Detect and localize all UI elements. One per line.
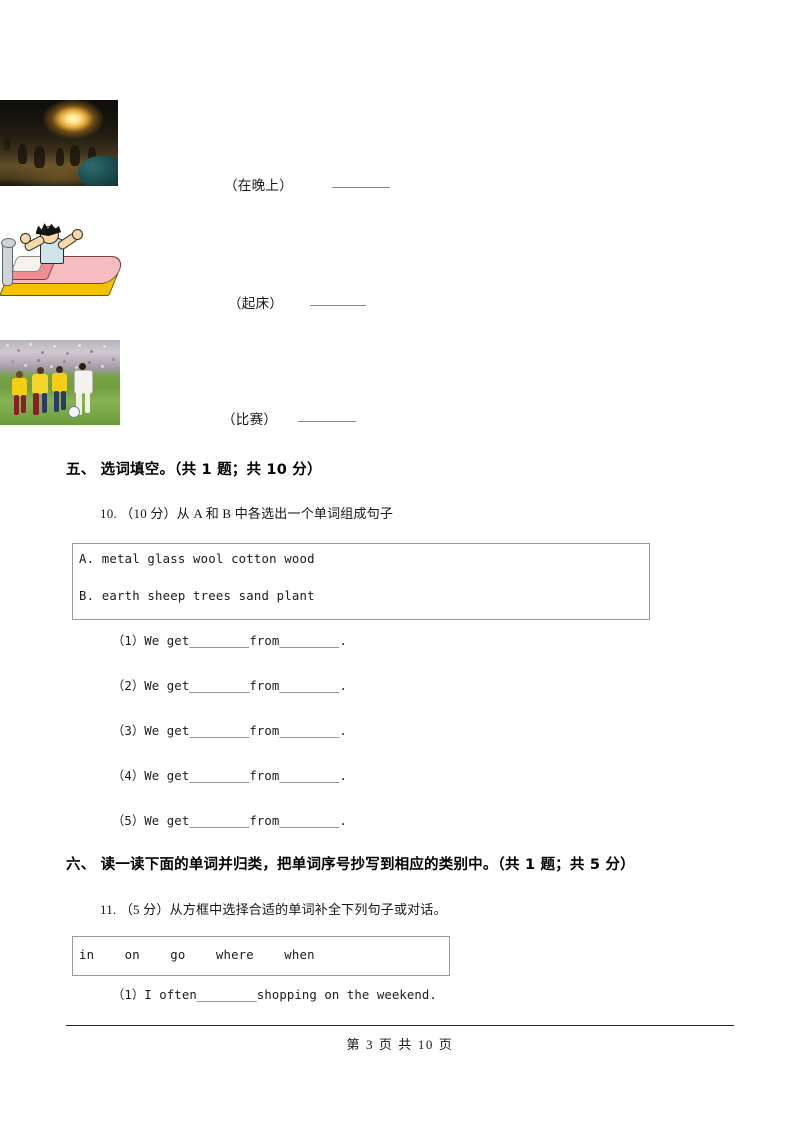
answer-blank-soccer[interactable] — [298, 420, 356, 422]
word-box-line-b: B. earth sheep trees sand plant — [79, 589, 315, 603]
soccer-ball — [68, 406, 80, 418]
exam-page: （在晚上） （起床） （比赛） 五、 选词填空。（共 1 题；共 10 分） 1… — [0, 0, 800, 1132]
person-left-fist — [20, 233, 31, 244]
question-11-item-1[interactable]: （1）I often________shopping on the weeken… — [112, 985, 437, 1003]
wake-up-cartoon — [0, 214, 128, 302]
question-10-item-4[interactable]: （4）We get________from________. — [112, 766, 347, 784]
footer-divider — [66, 1025, 734, 1026]
word-box-question-10: A. metal glass wool cotton wood B. earth… — [72, 543, 650, 620]
soccer-match-photo — [0, 340, 120, 425]
person-right-fist — [72, 229, 83, 240]
night-street-photo — [0, 100, 118, 186]
word-box-question-11: in on go where when — [72, 936, 450, 976]
section-heading-five: 五、 选词填空。（共 1 题；共 10 分） — [66, 462, 322, 478]
word-box-line-a: A. metal glass wool cotton wood — [79, 552, 315, 566]
picture-label-night: （在晚上） — [224, 178, 293, 193]
picture-wake-up — [0, 214, 128, 302]
question-10-item-5[interactable]: （5）We get________from________. — [112, 811, 347, 829]
answer-blank-wake-up[interactable] — [310, 304, 366, 306]
picture-label-soccer: （比赛） — [222, 412, 278, 427]
question-11-stem: 11. （5 分）从方框中选择合适的单词补全下列句子或对话。 — [100, 902, 447, 917]
page-footer-label: 第 3 页 共 10 页 — [346, 1037, 454, 1052]
section-heading-six: 六、 读一读下面的单词并归类，把单词序号抄写到相应的类别中。（共 1 题；共 5… — [66, 857, 635, 873]
question-10-item-1[interactable]: （1）We get________from________. — [112, 631, 347, 649]
picture-night-street — [0, 100, 118, 186]
word-box-line-words: in on go where when — [79, 948, 315, 962]
question-10-stem: 10. （10 分）从 A 和 B 中各选出一个单词组成句子 — [100, 506, 394, 521]
question-10-item-3[interactable]: （3）We get________from________. — [112, 721, 347, 739]
answer-blank-night[interactable] — [332, 186, 390, 188]
picture-soccer — [0, 340, 120, 425]
picture-label-wake-up: （起床） — [228, 296, 284, 311]
bed-headboard — [1, 238, 16, 286]
question-10-item-2[interactable]: （2）We get________from________. — [112, 676, 347, 694]
